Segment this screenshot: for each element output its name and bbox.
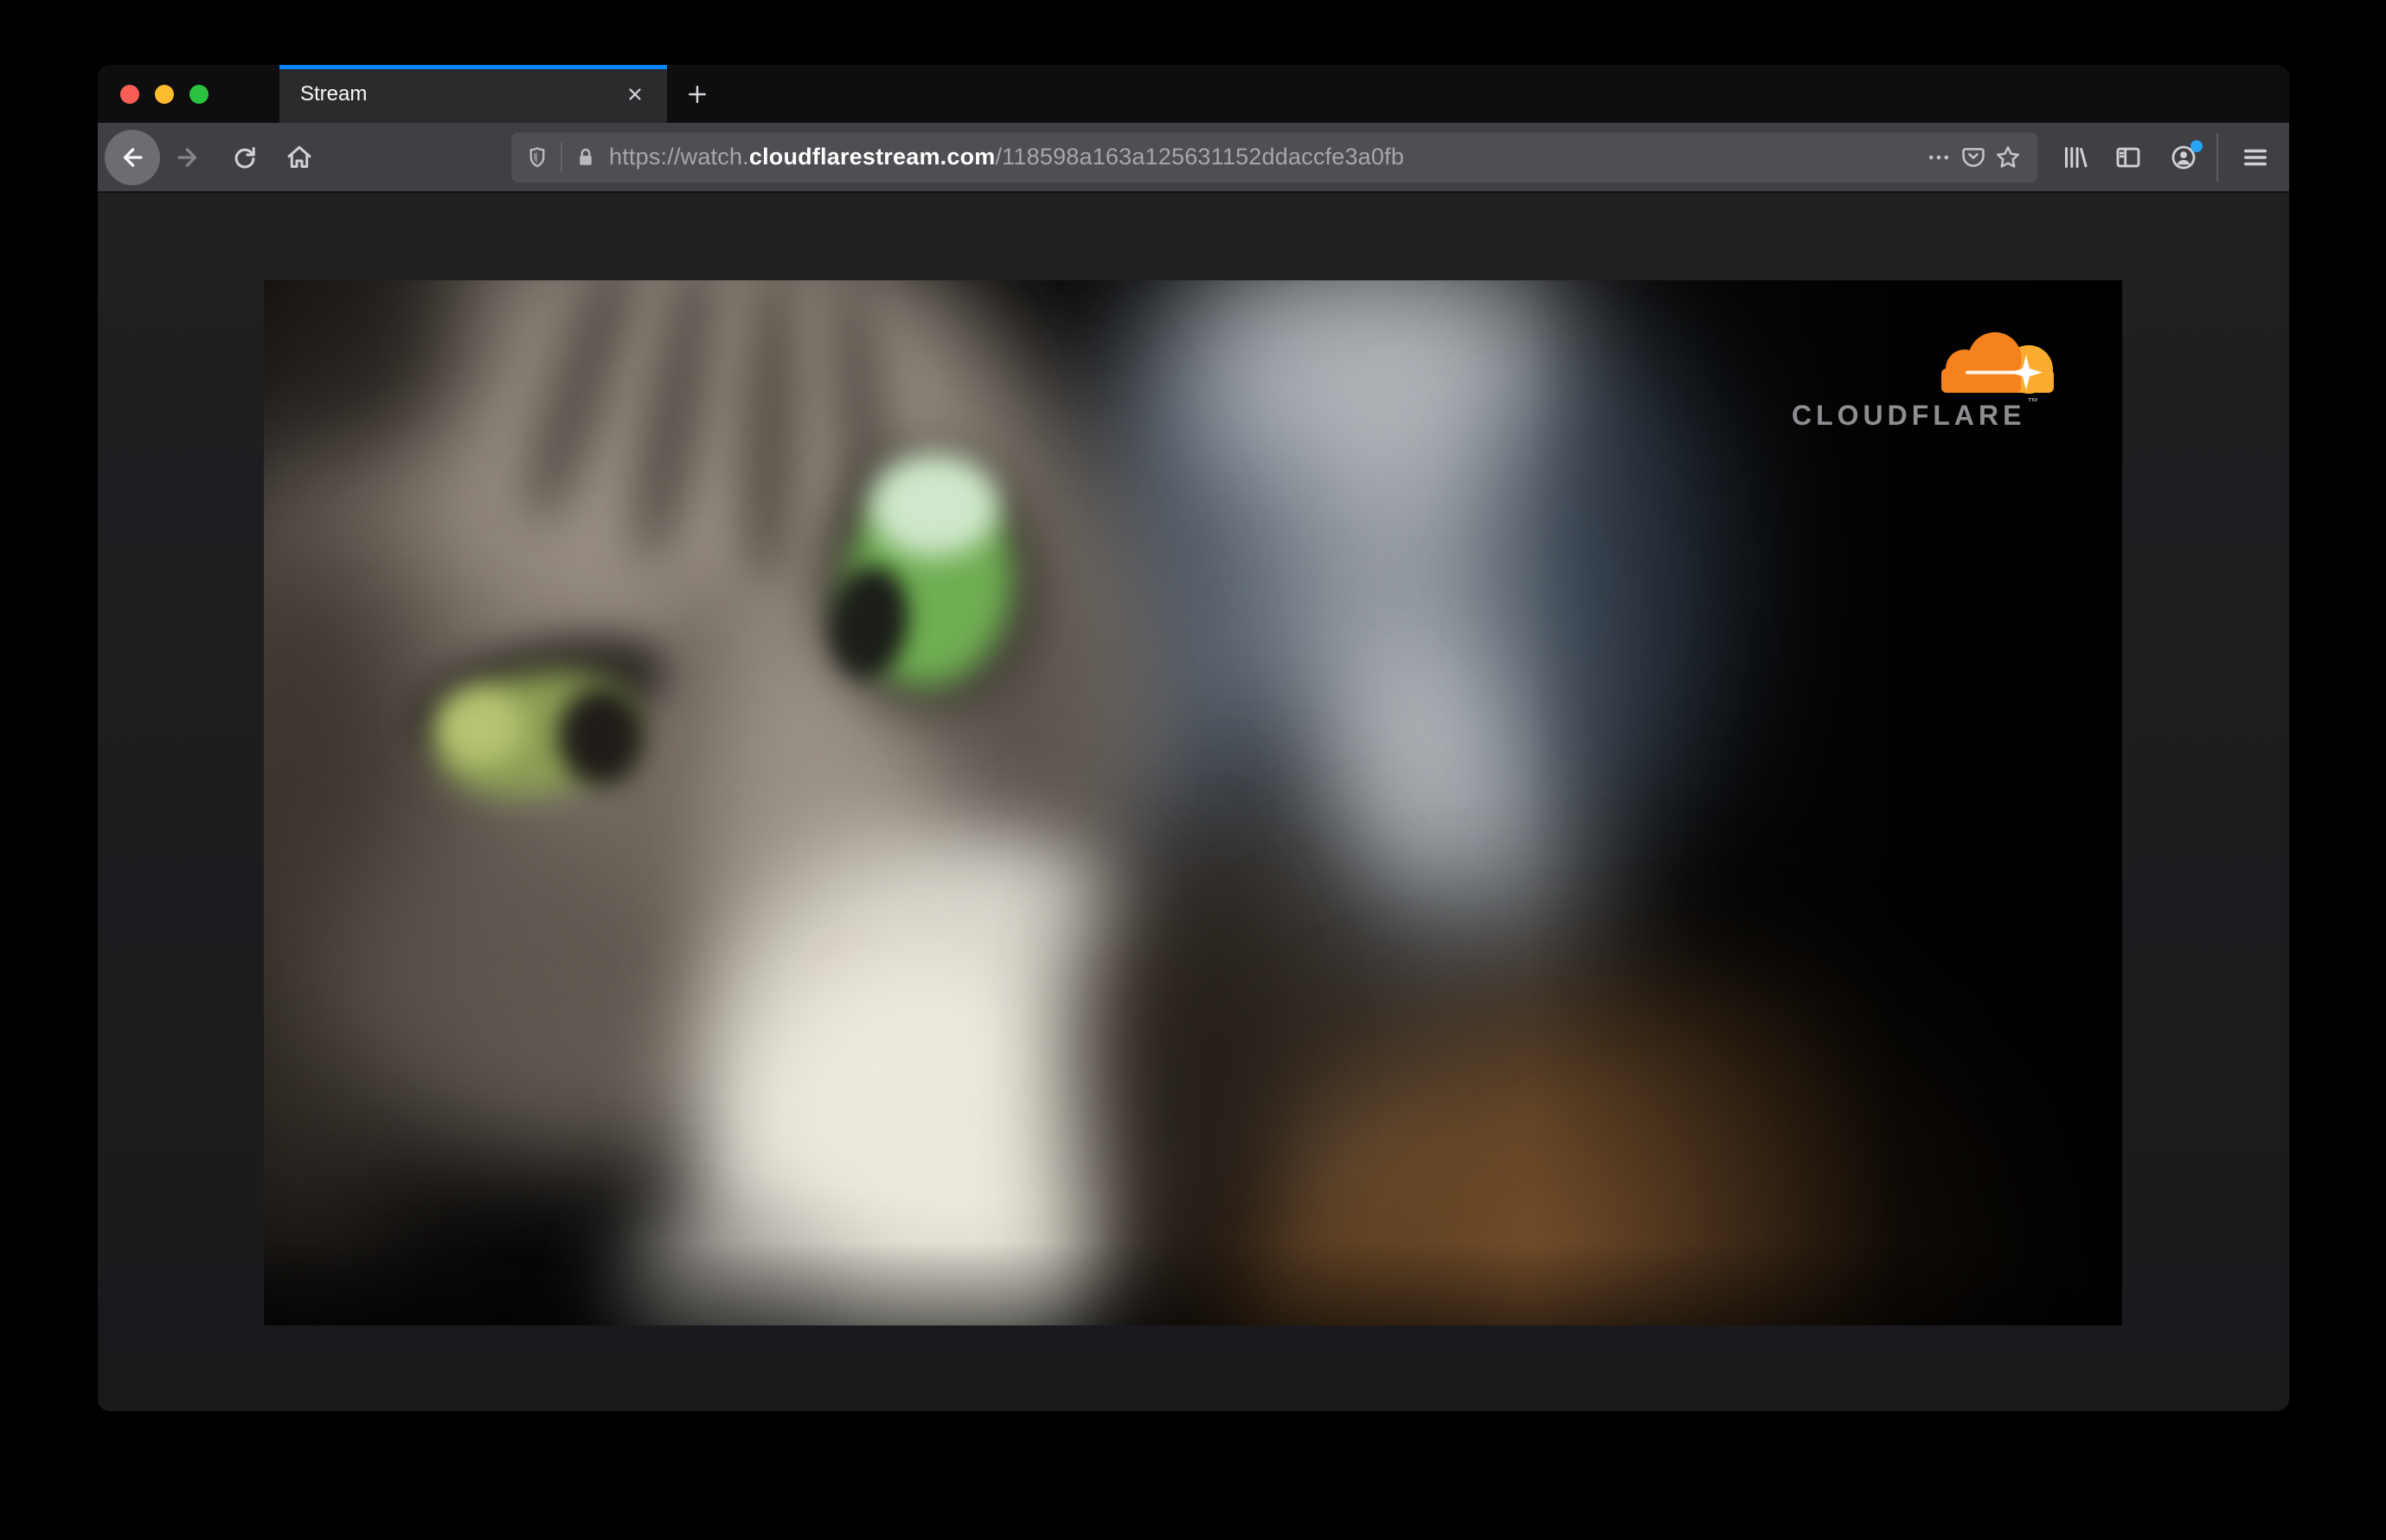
forward-button[interactable] — [169, 138, 207, 176]
url-text[interactable]: https://watch.cloudflarestream.com/11859… — [609, 144, 1404, 170]
navigation-toolbar: https://watch.cloudflarestream.com/11859… — [98, 123, 2289, 193]
cloudflare-cloud-icon — [1929, 330, 2061, 396]
forward-arrow-icon — [173, 143, 202, 172]
url-path: /118598a163a125631152ddaccfe3a0fb — [995, 144, 1405, 170]
urlbar-separator — [561, 142, 562, 172]
tab-close-button[interactable] — [620, 80, 650, 109]
url-bar[interactable]: https://watch.cloudflarestream.com/11859… — [511, 132, 2037, 183]
page-content: CLOUDFLARE ™ — [98, 193, 2289, 1411]
pocket-button[interactable] — [1956, 140, 1991, 175]
star-icon — [1993, 143, 2023, 172]
tab-stream[interactable]: Stream — [279, 65, 667, 123]
tab-title: Stream — [300, 81, 368, 106]
video-bottom-shadow-overlay — [264, 280, 2122, 1325]
tab-bar: Stream — [98, 65, 2289, 123]
macos-close-button[interactable] — [120, 84, 139, 104]
menu-button[interactable] — [2235, 137, 2276, 178]
back-arrow-icon — [118, 143, 147, 172]
library-icon — [2060, 142, 2091, 173]
macos-fullscreen-button[interactable] — [189, 84, 208, 104]
home-button[interactable] — [280, 138, 318, 176]
video-player[interactable]: CLOUDFLARE ™ — [264, 280, 2122, 1325]
plus-icon — [684, 81, 710, 107]
pocket-icon — [1959, 144, 1987, 171]
ellipsis-icon — [1925, 144, 1953, 171]
macos-window-controls — [120, 65, 208, 123]
cloudflare-watermark-logo — [1929, 330, 2061, 396]
tracking-protection-shield-icon[interactable] — [523, 143, 552, 172]
cloudflare-wordmark: CLOUDFLARE — [1792, 400, 2026, 431]
reload-button[interactable] — [226, 138, 264, 176]
sidebar-toggle-button[interactable] — [2107, 137, 2149, 178]
lock-icon[interactable] — [571, 143, 600, 172]
url-domain: cloudflarestream.com — [748, 144, 996, 170]
home-icon — [284, 142, 315, 173]
hamburger-menu-icon — [2240, 142, 2271, 173]
macos-minimize-button[interactable] — [155, 84, 174, 104]
back-button[interactable] — [105, 129, 160, 185]
close-icon — [625, 85, 645, 104]
active-tab-indicator — [279, 65, 667, 69]
sidebar-icon — [2113, 142, 2144, 173]
page-actions-button[interactable] — [1921, 140, 1956, 175]
new-tab-button[interactable] — [681, 78, 714, 111]
browser-window: Stream https://watch.cloudflarestream.co… — [98, 65, 2289, 1411]
reload-icon — [230, 143, 260, 172]
bookmark-star-button[interactable] — [1991, 140, 2025, 175]
account-notification-dot — [2190, 139, 2203, 152]
cloudflare-trademark-mark: ™ — [2027, 395, 2039, 408]
library-button[interactable] — [2055, 137, 2096, 178]
toolbar-separator — [2216, 132, 2218, 182]
desktop-background: Stream https://watch.cloudflarestream.co… — [0, 0, 2386, 1540]
account-button[interactable] — [2163, 137, 2204, 178]
cloudflare-watermark-text: CLOUDFLARE ™ — [1792, 395, 2038, 432]
url-scheme-subdomain: https://watch. — [609, 144, 749, 170]
